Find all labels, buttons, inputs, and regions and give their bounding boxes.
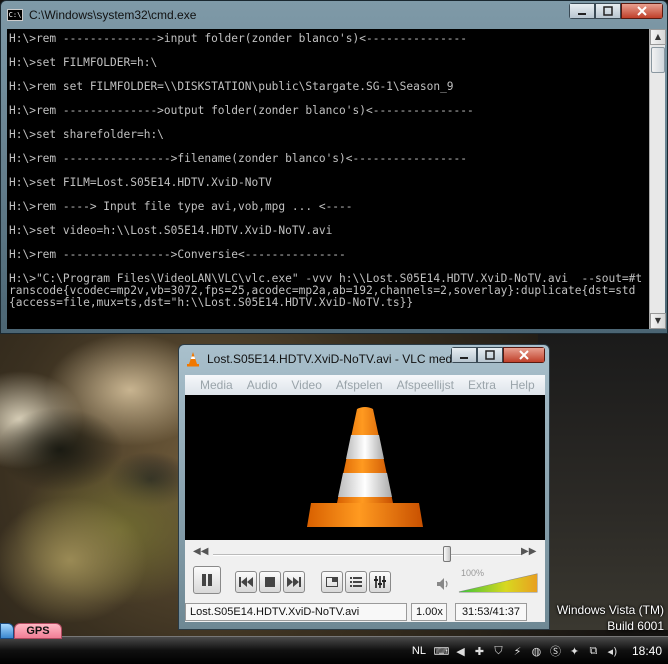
vlc-window-title: Lost.S05E14.HDTV.XviD-NoTV.avi - VLC med…	[207, 352, 457, 366]
cmd-window-controls	[569, 3, 663, 19]
console-line: H:\>set sharefolder=h:\	[9, 128, 164, 141]
close-icon	[637, 6, 647, 16]
playlist-icon	[350, 577, 362, 587]
blue-gadget-tab[interactable]	[0, 623, 14, 639]
security-shield-icon[interactable]: ⛉	[491, 644, 506, 659]
menu-afspeellijst[interactable]: Afspeellijst	[390, 378, 461, 392]
fullscreen-icon	[326, 577, 338, 587]
back-arrow-icon[interactable]: ◀	[453, 644, 468, 659]
menu-audio[interactable]: Audio	[240, 378, 285, 392]
menu-extra[interactable]: Extra	[461, 378, 503, 392]
cmd-console-output[interactable]: H:\>rem -------------->input folder(zond…	[7, 29, 649, 329]
cmd-minimize-button[interactable]	[569, 3, 595, 19]
seek-handle[interactable]	[443, 546, 452, 562]
speaker-icon[interactable]	[435, 576, 451, 592]
seek-forward-icon[interactable]: ▶▶	[521, 546, 536, 558]
console-line: H:\>set FILMFOLDER=h:\	[9, 56, 158, 69]
menu-media[interactable]: Media	[193, 378, 240, 392]
volume-tray-icon[interactable]: ◂)	[605, 644, 620, 659]
extended-settings-button[interactable]	[369, 571, 391, 593]
status-bar: Lost.S05E14.HDTV.XviD-NoTV.avi 1.00x 31:…	[185, 602, 545, 622]
fullscreen-button[interactable]	[321, 571, 343, 593]
vlc-maximize-button[interactable]	[477, 347, 503, 363]
vlc-cone-icon[interactable]	[185, 351, 201, 367]
scroll-thumb[interactable]	[651, 47, 665, 73]
keyboard-icon[interactable]: ⌨	[434, 644, 450, 659]
vlc-control-panel: ◀◀ ▶▶ 100% Lost.S05E14.HDTV.XviD-NoTV.av…	[185, 540, 545, 622]
gps-tab[interactable]: GPS	[14, 623, 62, 639]
cmd-maximize-button[interactable]	[595, 3, 621, 19]
vlc-window-controls	[451, 347, 545, 363]
clock[interactable]: 18:40	[632, 644, 662, 658]
status-time[interactable]: 31:53/41:37	[455, 603, 527, 621]
windows-branding: Windows Vista (TM) Build 6001	[557, 602, 664, 634]
seek-track[interactable]	[213, 554, 521, 556]
console-line: H:\>rem ---------------->Conversie<-----…	[9, 248, 346, 261]
previous-button[interactable]	[235, 571, 257, 593]
console-line: H:\>set FILM=Lost.S05E14.HDTV.XviD-NoTV	[9, 176, 272, 189]
stop-icon	[265, 577, 275, 587]
vlc-cone-logo-icon	[307, 406, 423, 527]
seek-back-icon[interactable]: ◀◀	[193, 546, 208, 558]
console-line: H:\>rem ---------------->filename(zonder…	[9, 152, 468, 165]
cmd-window[interactable]: C:\ C:\Windows\system32\cmd.exe H:\>rem …	[0, 0, 668, 334]
status-speed[interactable]: 1.00x	[411, 603, 447, 621]
skip-previous-icon	[239, 577, 253, 587]
globe-icon[interactable]: ◍	[529, 644, 544, 659]
cmd-scrollbar[interactable]: ▲ ▼	[649, 29, 666, 329]
pause-button[interactable]	[193, 566, 221, 594]
playback-controls: 100%	[185, 564, 545, 600]
maximize-icon	[603, 6, 613, 16]
minimize-icon	[460, 357, 468, 359]
cmd-app-icon[interactable]: C:\	[7, 9, 23, 21]
taskbar: GPS NL ⌨ ◀ ✚ ⛉ ⚡ ◍ Ⓢ ✦ ⧉ ◂) 18:40	[0, 623, 668, 664]
volume-slider[interactable]: 100%	[457, 568, 539, 594]
minimize-icon	[578, 13, 586, 15]
console-line: H:\>rem -------------->input folder(zond…	[9, 32, 468, 45]
system-tray: NL ⌨ ◀ ✚ ⛉ ⚡ ◍ Ⓢ ✦ ⧉ ◂) 18:40	[412, 641, 662, 661]
volume-wedge	[458, 573, 538, 593]
cmd-window-title: C:\Windows\system32\cmd.exe	[29, 8, 197, 22]
scroll-down-arrow-icon[interactable]: ▼	[650, 313, 666, 329]
menu-help[interactable]: Help	[503, 378, 542, 392]
skip-next-icon	[287, 577, 301, 587]
status-filename: Lost.S05E14.HDTV.XviD-NoTV.avi	[185, 603, 407, 621]
console-line: H:\>rem ----> Input file type avi,vob,mp…	[9, 200, 353, 213]
playlist-button[interactable]	[345, 571, 367, 593]
seek-bar[interactable]: ◀◀ ▶▶	[185, 540, 545, 564]
maximize-icon	[485, 350, 495, 360]
console-text: H:\>rem -------------->input folder(zond…	[7, 29, 649, 309]
branding-build: Build 6001	[607, 619, 664, 633]
console-line: H:\>"C:\Program Files\VideoLAN\VLC\vlc.e…	[9, 272, 643, 309]
vlc-video-area[interactable]	[185, 395, 545, 540]
stop-button[interactable]	[259, 571, 281, 593]
console-line: H:\>set video=h:\\Lost.S05E14.HDTV.XviD-…	[9, 224, 333, 237]
equalizer-icon	[374, 576, 386, 588]
vlc-close-button[interactable]	[503, 347, 545, 363]
vlc-window[interactable]: Lost.S05E14.HDTV.XviD-NoTV.avi - VLC med…	[178, 344, 550, 630]
scroll-up-arrow-icon[interactable]: ▲	[650, 29, 666, 45]
console-line: H:\>rem set FILMFOLDER=\\DISKSTATION\pub…	[9, 80, 454, 93]
close-icon	[519, 350, 529, 360]
skype-icon[interactable]: Ⓢ	[548, 644, 563, 659]
network-icon[interactable]: ⧉	[586, 644, 601, 659]
pause-icon	[202, 574, 212, 586]
cmd-titlebar[interactable]: C:\ C:\Windows\system32\cmd.exe	[1, 1, 667, 29]
vlc-menubar: Media Audio Video Afspelen Afspeellijst …	[185, 375, 545, 395]
power-icon[interactable]: ⚡	[510, 644, 525, 659]
next-button[interactable]	[283, 571, 305, 593]
wireless-icon[interactable]: ✦	[567, 644, 582, 659]
language-indicator[interactable]: NL	[412, 645, 426, 657]
wallpaper-shade	[538, 330, 668, 630]
console-line: H:\>rem -------------->output folder(zon…	[9, 104, 474, 117]
vlc-minimize-button[interactable]	[451, 347, 477, 363]
vlc-titlebar[interactable]: Lost.S05E14.HDTV.XviD-NoTV.avi - VLC med…	[179, 345, 549, 373]
branding-edition: Windows Vista (TM)	[556, 603, 664, 617]
menu-afspelen[interactable]: Afspelen	[329, 378, 390, 392]
menu-video[interactable]: Video	[284, 378, 328, 392]
cmd-close-button[interactable]	[621, 3, 663, 19]
remove-hardware-icon[interactable]: ✚	[472, 644, 487, 659]
